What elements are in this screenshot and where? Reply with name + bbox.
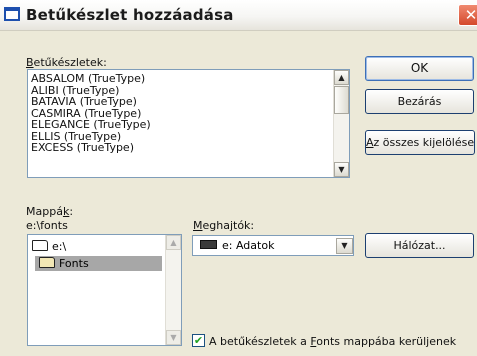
fonts-scrollbar[interactable]: ▲ ▼ — [333, 70, 349, 177]
tree-item-fonts[interactable]: Fonts — [35, 256, 162, 271]
list-item[interactable]: BATAVIA (TrueType) — [28, 96, 349, 108]
close-window-button[interactable]: ✕ — [458, 4, 477, 26]
current-path: e:\fonts — [26, 219, 68, 232]
select-all-button[interactable]: Az összes kijelölése — [365, 130, 475, 155]
list-item[interactable]: EXCESS (TrueType) — [28, 142, 349, 154]
close-button[interactable]: Bezárás — [365, 89, 474, 114]
window-title: Betűkészlet hozzáadása — [26, 6, 234, 24]
scroll-up-button[interactable]: ▲ — [166, 235, 181, 250]
copy-to-fonts-checkbox[interactable]: ✔ — [192, 334, 205, 347]
list-item[interactable]: ABSALOM (TrueType) — [28, 73, 349, 85]
open-folder-icon — [32, 240, 48, 251]
network-button[interactable]: Hálózat... — [365, 233, 474, 258]
drive-select-value: e: Adatok — [200, 239, 274, 252]
folder-tree[interactable]: e:\ Fonts ▲ ▼ — [27, 234, 182, 346]
list-item[interactable]: ELEGANCE (TrueType) — [28, 119, 349, 131]
scroll-up-button[interactable]: ▲ — [334, 70, 349, 85]
tree-item-drive-root[interactable]: e:\ — [32, 240, 66, 253]
fonts-label: Betűkészletek: — [26, 56, 107, 69]
folders-label: Mappák: — [26, 205, 74, 218]
copy-to-fonts-label[interactable]: A betűkészletek a Fonts mappába kerüljen… — [209, 335, 456, 348]
scroll-down-button[interactable]: ▼ — [166, 330, 181, 345]
folder-scrollbar[interactable]: ▲ ▼ — [165, 235, 181, 345]
scroll-thumb[interactable] — [334, 86, 349, 114]
title-bar[interactable]: Betűkészlet hozzáadása ✕ — [0, 0, 477, 31]
drive-select[interactable]: e: Adatok ▼ — [192, 235, 354, 256]
scroll-down-button[interactable]: ▼ — [334, 162, 349, 177]
ok-button[interactable]: OK — [365, 56, 474, 81]
fonts-list-body: ABSALOM (TrueType) ALIBI (TrueType) BATA… — [28, 70, 349, 154]
fonts-list[interactable]: ABSALOM (TrueType) ALIBI (TrueType) BATA… — [27, 69, 350, 178]
open-folder-icon — [39, 257, 55, 268]
chevron-down-icon[interactable]: ▼ — [336, 238, 353, 254]
hard-drive-icon — [200, 240, 217, 249]
window-icon — [4, 7, 20, 21]
drives-label: Meghajtók: — [193, 219, 255, 232]
